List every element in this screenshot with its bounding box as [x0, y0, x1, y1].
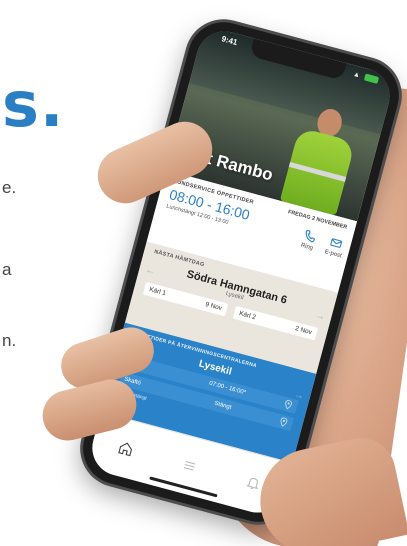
bell-icon: [245, 477, 258, 490]
menu-icon: [183, 460, 195, 471]
bin-name: Kärl 2: [238, 310, 257, 322]
background-text-fragment: e.: [2, 178, 17, 197]
map-pin-icon: [280, 417, 288, 427]
map-pin-icon: [285, 400, 292, 410]
bin-name: Kärl 1: [148, 285, 167, 298]
bin-date: 9 Nov: [204, 301, 223, 313]
worker-photo: [273, 100, 366, 216]
home-icon: [117, 442, 132, 457]
wifi-icon: ▲: [352, 70, 361, 80]
arrow-right-icon[interactable]: →: [314, 310, 327, 323]
background-heading-fragment: s.: [2, 68, 65, 141]
bin-date: 2 Nov: [294, 325, 313, 337]
background-text-fragment: n.: [2, 331, 17, 350]
arrow-right-icon[interactable]: →: [293, 389, 306, 402]
phone-icon: [305, 229, 315, 243]
email-button[interactable]: E-post: [324, 235, 346, 259]
background-text-fragment: a: [2, 260, 12, 279]
mail-icon: [330, 238, 342, 248]
call-label: Ring: [300, 242, 314, 252]
